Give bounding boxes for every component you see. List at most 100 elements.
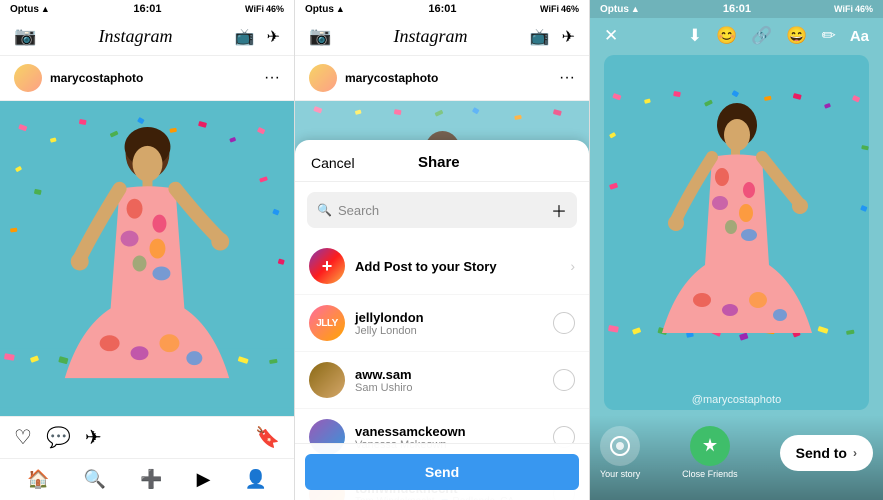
camera-icon-1[interactable]: 📷	[14, 26, 36, 47]
carrier-2: Optus	[305, 4, 334, 15]
check-jellylondon[interactable]	[553, 312, 575, 334]
send-icon-1[interactable]: ✈	[267, 27, 280, 47]
battery-1: 46%	[266, 4, 284, 14]
search-input[interactable]: Search	[338, 203, 541, 218]
close-icon[interactable]: ✕	[604, 26, 618, 46]
time-3: 16:01	[723, 3, 751, 15]
signal-icon-1: ▲	[41, 4, 50, 14]
check-awwsam[interactable]	[553, 369, 575, 391]
share-header: Cancel Share	[295, 140, 589, 182]
emoji-icon[interactable]: 😊	[716, 26, 737, 46]
time-1: 16:01	[133, 3, 161, 15]
comment-icon-1[interactable]: 💬	[46, 425, 71, 450]
add-icon-1[interactable]: ➕	[140, 469, 162, 490]
sub-jellylondon: Jelly London	[355, 325, 543, 337]
close-friends-label: Close Friends	[682, 469, 738, 479]
status-bar-3: Optus ▲ 16:01 WiFi 46%	[590, 0, 883, 18]
signal-icon-3: ▲	[631, 4, 640, 14]
contact-jellylondon[interactable]: JLLY jellylondon Jelly London	[295, 295, 589, 352]
status-bar-2: Optus ▲ 16:01 WiFi 46%	[295, 0, 589, 18]
post-actions-1: ♡ 💬 ✈ 🔖	[0, 416, 294, 458]
send-to-label: Send to	[796, 445, 847, 461]
story-avatar: +	[309, 248, 345, 284]
profile-icon-1[interactable]: 👤	[245, 469, 267, 490]
send-btn-bar: Send	[295, 443, 589, 500]
share-icon-1[interactable]: ✈	[85, 425, 102, 450]
name-jellylondon: jellylondon	[355, 310, 543, 325]
wifi-2: WiFi	[540, 4, 559, 14]
username-2: marycostaphoto	[345, 71, 551, 85]
name-awwsam: aww.sam	[355, 367, 543, 382]
bottom-nav-1: 🏠 🔍 ➕ ▶ 👤	[0, 458, 294, 500]
info-jellylondon: jellylondon Jelly London	[355, 310, 543, 337]
story-info: Add Post to your Story	[355, 259, 560, 274]
story-chevron-icon: ›	[570, 258, 575, 274]
avatar-2[interactable]	[309, 64, 337, 92]
send-icon-2[interactable]: ✈	[562, 27, 575, 47]
ig-header-1: 📷 Instagram 📺 ✈	[0, 18, 294, 56]
status-bar-1: Optus ▲ 16:01 WiFi 46%	[0, 0, 294, 18]
mention-text: @marycostaphoto	[692, 394, 781, 406]
phone-feed: Optus ▲ 16:01 WiFi 46% 📷 Instagram 📺 ✈ m…	[0, 0, 295, 500]
search-plus-icon[interactable]: ＋	[551, 198, 567, 222]
reels-icon-1[interactable]: ▶	[197, 469, 211, 490]
story-name: Add Post to your Story	[355, 259, 560, 274]
add-to-story-item[interactable]: + Add Post to your Story ›	[295, 238, 589, 295]
like-icon-1[interactable]: ♡	[14, 425, 32, 450]
ig-logo-2: Instagram	[394, 26, 468, 47]
search-nav-icon-1[interactable]: 🔍	[84, 469, 106, 490]
text-icon[interactable]: Aa	[850, 28, 869, 45]
share-panel: Cancel Share 🔍 Search ＋ + Add Post to yo…	[295, 140, 589, 500]
tv-icon-2[interactable]: 📺	[530, 27, 550, 47]
username-1: marycostaphoto	[50, 71, 256, 85]
wifi-1: WiFi	[245, 4, 264, 14]
draw-icon[interactable]: ✏	[822, 26, 836, 46]
sub-awwsam: Sam Ushiro	[355, 382, 543, 394]
more-icon-2[interactable]: ···	[559, 69, 575, 87]
close-friends-icon	[690, 426, 730, 466]
battery-3: 46%	[855, 4, 873, 14]
save-icon-1[interactable]: 🔖	[255, 425, 280, 450]
send-button[interactable]: Send	[305, 454, 579, 490]
more-icon-1[interactable]: ···	[264, 69, 280, 87]
ig-logo-1: Instagram	[99, 26, 173, 47]
send-to-arrow-icon: ›	[853, 446, 857, 460]
phone-share: Optus ▲ 16:01 WiFi 46% 📷 Instagram 📺 ✈ m…	[295, 0, 590, 500]
send-to-button[interactable]: Send to ›	[780, 435, 873, 471]
share-title: Share	[418, 154, 460, 171]
cancel-share-button[interactable]: Cancel	[311, 155, 355, 171]
close-friends-action[interactable]: Close Friends	[682, 426, 738, 479]
user-row-2: marycostaphoto ···	[295, 56, 589, 101]
name-vanessa: vanessamckeown	[355, 424, 543, 439]
mention-tag: @marycostaphoto	[590, 390, 883, 408]
carrier-1: Optus	[10, 4, 39, 15]
info-awwsam: aww.sam Sam Ushiro	[355, 367, 543, 394]
tv-icon-1[interactable]: 📺	[235, 27, 255, 47]
download-icon[interactable]: ⬇	[688, 26, 702, 46]
avatar-jellylondon: JLLY	[309, 305, 345, 341]
sticker-icon[interactable]: 😄	[786, 26, 807, 46]
user-row-1: marycostaphoto ···	[0, 56, 294, 101]
contact-awwsam[interactable]: aww.sam Sam Ushiro	[295, 352, 589, 409]
your-story-action[interactable]: Your story	[600, 426, 640, 479]
ig-header-2: 📷 Instagram 📺 ✈	[295, 18, 589, 56]
post-illustration-1	[0, 101, 294, 416]
wifi-3: WiFi	[834, 4, 853, 14]
signal-icon-2: ▲	[336, 4, 345, 14]
phone-story-editor: Optus ▲ 16:01 WiFi 46% ✕ ⬇ 😊 🔗 😄 ✏ Aa	[590, 0, 883, 500]
camera-icon-2[interactable]: 📷	[309, 26, 331, 47]
your-story-label: Your story	[600, 469, 640, 479]
your-story-icon	[600, 426, 640, 466]
time-2: 16:01	[428, 3, 456, 15]
link-icon[interactable]: 🔗	[751, 26, 772, 46]
story-top-bar: ✕ ⬇ 😊 🔗 😄 ✏ Aa	[590, 18, 883, 54]
carrier-3: Optus	[600, 4, 629, 15]
story-bottom-bar: Your story Close Friends Send to ›	[590, 415, 883, 500]
post-image-1	[0, 101, 294, 416]
story-image-container	[604, 55, 869, 410]
share-search-bar[interactable]: 🔍 Search ＋	[307, 192, 577, 228]
avatar-1[interactable]	[14, 64, 42, 92]
search-icon: 🔍	[317, 203, 332, 217]
home-icon-1[interactable]: 🏠	[27, 469, 49, 490]
avatar-awwsam	[309, 362, 345, 398]
